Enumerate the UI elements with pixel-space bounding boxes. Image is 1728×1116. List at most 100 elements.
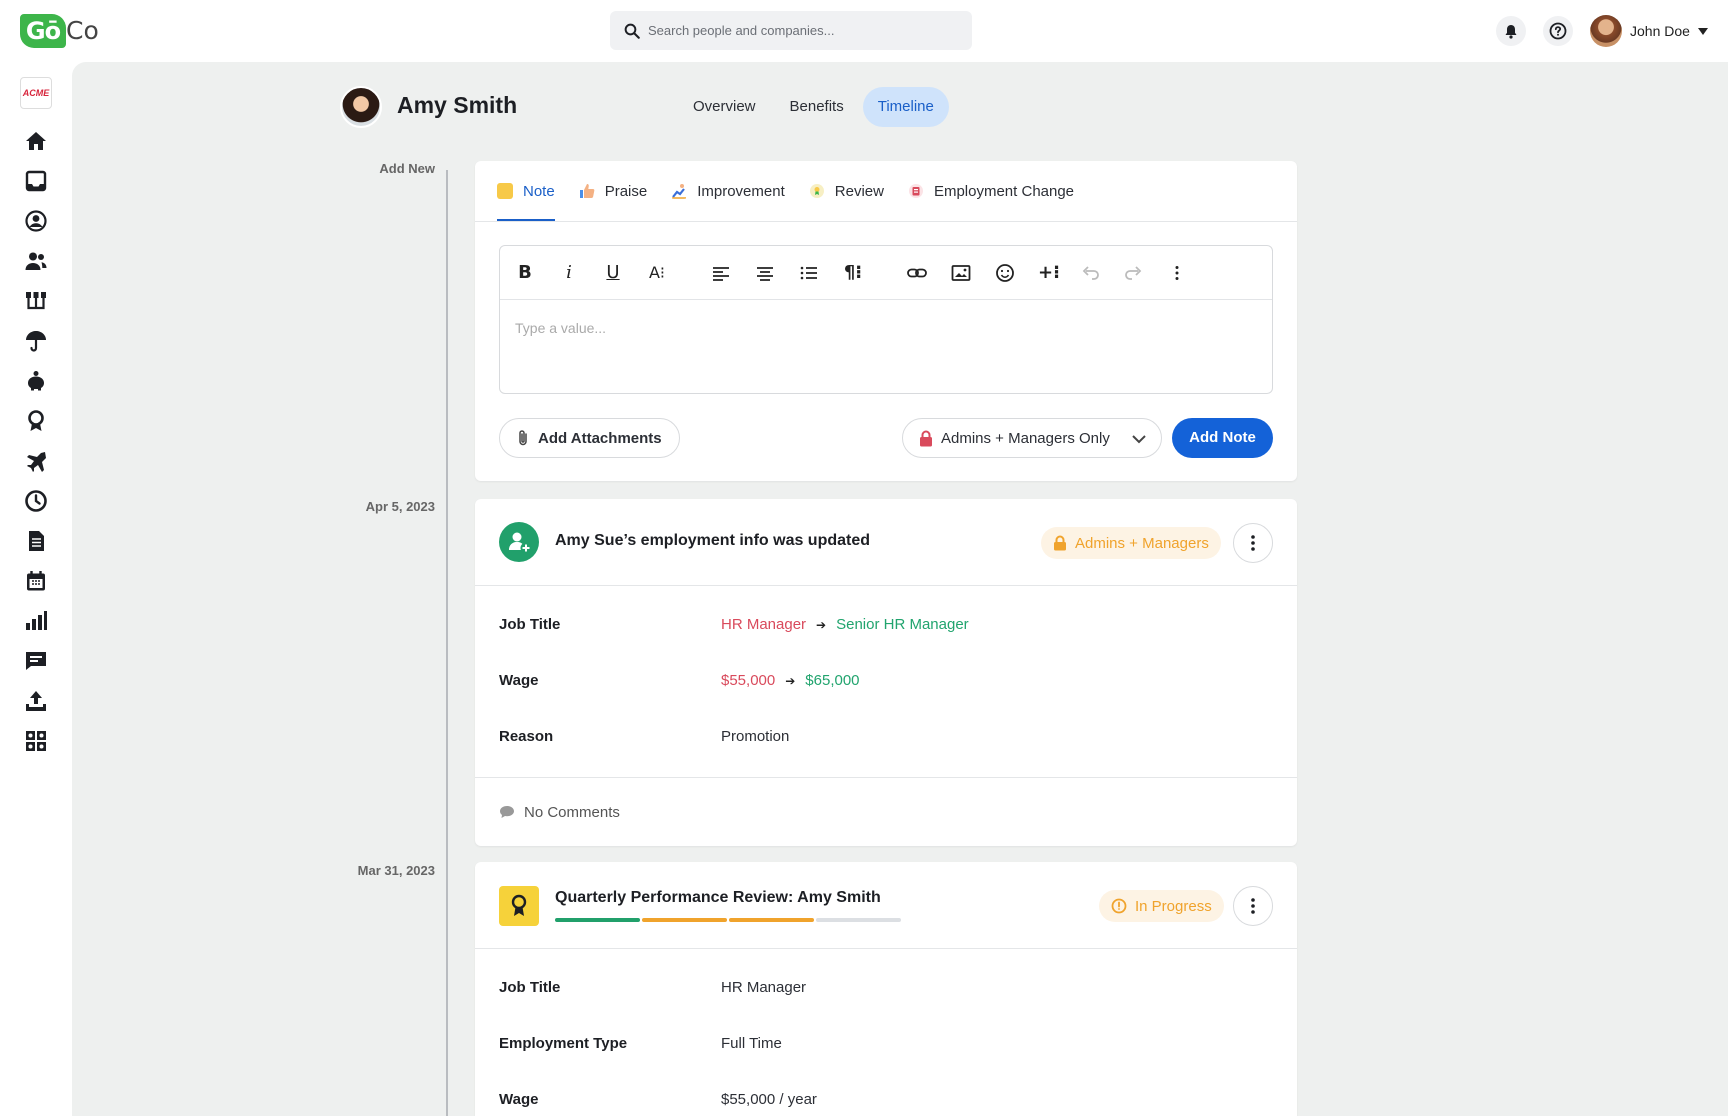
- search-input[interactable]: [648, 11, 958, 50]
- inbox-icon[interactable]: [24, 169, 48, 193]
- tab-review[interactable]: Review: [809, 161, 884, 221]
- redo-icon[interactable]: [1122, 262, 1144, 284]
- field-row-reason: Reason Promotion: [499, 728, 1279, 748]
- logo-co: Co: [66, 16, 99, 45]
- field-label: Job Title: [499, 979, 561, 996]
- company-logo[interactable]: ACME: [20, 77, 52, 109]
- directory-icon[interactable]: [24, 729, 48, 753]
- field-value: HR Manager ➔ Senior HR Manager: [721, 616, 969, 633]
- timeline-line: [446, 170, 448, 1116]
- tab-note[interactable]: Note: [497, 161, 555, 221]
- paragraph-format-button[interactable]: ¶⁝: [842, 262, 864, 284]
- help-button[interactable]: [1543, 16, 1573, 46]
- org-chart-icon[interactable]: [24, 289, 48, 313]
- align-left-icon[interactable]: [710, 262, 732, 284]
- tab-improvement[interactable]: Improvement: [671, 161, 785, 221]
- home-icon[interactable]: [24, 129, 48, 153]
- tab-employment-change[interactable]: Employment Change: [908, 161, 1074, 221]
- document-icon[interactable]: [24, 529, 48, 553]
- badge-label: In Progress: [1135, 897, 1212, 915]
- field-value: $55,000 ➔ $65,000: [721, 672, 860, 689]
- profile-icon[interactable]: [24, 209, 48, 233]
- calendar-icon[interactable]: [24, 569, 48, 593]
- review-award-icon: [499, 886, 539, 926]
- old-value: $55,000: [721, 672, 776, 689]
- add-note-button[interactable]: Add Note: [1172, 418, 1273, 458]
- user-add-icon: [499, 522, 539, 562]
- visibility-select[interactable]: Admins + Managers Only: [902, 418, 1162, 458]
- goco-logo[interactable]: Gō Co: [20, 14, 99, 48]
- entry-menu-button[interactable]: [1233, 523, 1273, 563]
- award-icon[interactable]: [24, 409, 48, 433]
- add-attachments-button[interactable]: Add Attachments: [499, 418, 680, 458]
- entry-title: Quarterly Performance Review: Amy Smith: [555, 889, 881, 906]
- divider: [475, 221, 1297, 222]
- font-size-button[interactable]: A⁝: [646, 262, 668, 284]
- align-center-icon[interactable]: [754, 262, 776, 284]
- employee-name: Amy Smith: [397, 92, 518, 118]
- field-label: Wage: [499, 672, 539, 689]
- timeline-entry: Quarterly Performance Review: Amy Smith …: [475, 862, 1297, 1116]
- emoji-icon[interactable]: [994, 262, 1016, 284]
- search-bar[interactable]: [610, 11, 972, 50]
- ordered-list-icon[interactable]: [798, 262, 820, 284]
- caret-down-icon: [1697, 27, 1708, 35]
- notifications-button[interactable]: [1496, 16, 1526, 46]
- arrow-right-icon: ➔: [816, 617, 827, 632]
- tab-benefits[interactable]: Benefits: [775, 87, 859, 127]
- editor-placeholder[interactable]: Type a value...: [515, 320, 606, 336]
- savings-icon[interactable]: [24, 369, 48, 393]
- field-label: Job Title: [499, 616, 561, 633]
- travel-icon[interactable]: [24, 449, 48, 473]
- field-value: Full Time: [721, 1035, 782, 1052]
- comments-label: No Comments: [524, 803, 620, 821]
- upload-icon[interactable]: [24, 689, 48, 713]
- benefits-umbrella-icon[interactable]: [24, 329, 48, 353]
- underline-button[interactable]: U: [602, 262, 624, 284]
- note-icon: [497, 183, 513, 199]
- more-options-icon: [1251, 898, 1255, 914]
- field-value: Promotion: [721, 728, 790, 745]
- timeline-date: Mar 31, 2023: [357, 863, 435, 878]
- note-composer: Note Praise Improvement Review Employmen…: [475, 161, 1297, 481]
- thumbs-up-icon: [579, 184, 595, 198]
- bell-icon: [1505, 24, 1517, 39]
- paperclip-icon: [519, 430, 527, 446]
- messages-icon[interactable]: [24, 649, 48, 673]
- progress-segment: [555, 918, 640, 922]
- bold-button[interactable]: B: [514, 262, 536, 284]
- rich-text-editor[interactable]: B i U A⁝ ¶⁝ +⁝ Type a value...: [499, 245, 1273, 394]
- employment-change-icon: [908, 184, 923, 198]
- timeline-label-add-new: Add New: [379, 161, 435, 176]
- entry-menu-button[interactable]: [1233, 886, 1273, 926]
- reports-icon[interactable]: [24, 609, 48, 633]
- italic-button[interactable]: i: [558, 262, 580, 284]
- tab-overview[interactable]: Overview: [678, 87, 771, 127]
- tab-label: Review: [834, 182, 884, 200]
- field-value: HR Manager: [721, 979, 807, 996]
- review-progress-bar: [555, 918, 901, 922]
- field-label: Employment Type: [499, 1035, 628, 1052]
- insert-more-button[interactable]: +⁝: [1038, 262, 1060, 284]
- lock-icon: [920, 430, 932, 446]
- tab-label: Praise: [604, 182, 648, 200]
- user-menu[interactable]: John Doe: [1590, 14, 1708, 48]
- people-icon[interactable]: [24, 249, 48, 273]
- image-icon[interactable]: [950, 262, 972, 284]
- badge-label: Admins + Managers: [1075, 534, 1209, 552]
- more-options-icon[interactable]: [1166, 262, 1188, 284]
- tab-praise[interactable]: Praise: [579, 161, 648, 221]
- field-label: Reason: [499, 728, 554, 745]
- tab-timeline[interactable]: Timeline: [862, 87, 949, 127]
- tab-label: Note: [523, 182, 555, 200]
- entry-header: Quarterly Performance Review: Amy Smith …: [475, 862, 1297, 949]
- progress-segment: [642, 918, 727, 922]
- page-tabs: Overview Benefits Timeline: [678, 87, 949, 127]
- field-value: $55,000 / year: [721, 1091, 817, 1108]
- top-bar: Gō Co John Doe: [0, 0, 1728, 62]
- logo-go: Gō: [20, 14, 66, 48]
- link-icon[interactable]: [906, 262, 928, 284]
- comments-section[interactable]: No Comments: [475, 777, 1297, 846]
- time-clock-icon[interactable]: [24, 489, 48, 513]
- undo-icon[interactable]: [1080, 262, 1102, 284]
